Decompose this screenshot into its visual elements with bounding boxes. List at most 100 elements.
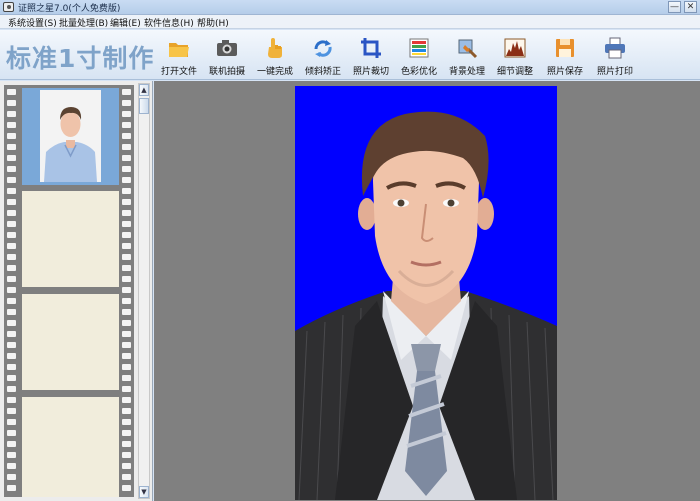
mode-title: 标准1寸制作 bbox=[6, 44, 155, 73]
film-perforation bbox=[122, 89, 131, 95]
film-perforation bbox=[7, 452, 16, 458]
film-scrollbar[interactable]: ▲ ▼ bbox=[138, 83, 150, 499]
tool-label: 色彩优化 bbox=[400, 67, 437, 77]
film-perforation bbox=[122, 155, 131, 161]
one-click-button[interactable]: 一键完成 bbox=[250, 34, 300, 78]
film-perforation bbox=[122, 331, 131, 337]
film-frame-selected[interactable] bbox=[22, 88, 119, 185]
film-perforation bbox=[122, 430, 131, 436]
menu-software-info[interactable]: 软件信息(H) bbox=[144, 16, 194, 29]
printer-icon bbox=[605, 37, 625, 59]
menu-help[interactable]: 帮助(H) bbox=[197, 16, 229, 29]
tool-label: 联机拍摄 bbox=[208, 67, 245, 77]
save-photo-button[interactable]: 照片保存 bbox=[540, 34, 590, 78]
menu-batch-processing[interactable]: 批量处理(B) bbox=[59, 16, 108, 29]
close-button[interactable]: ✕ bbox=[684, 1, 697, 13]
film-perforation bbox=[122, 133, 131, 139]
film-perforation bbox=[7, 298, 16, 304]
film-perforation bbox=[122, 419, 131, 425]
open-file-button[interactable]: 打开文件 bbox=[154, 34, 204, 78]
film-perforation bbox=[7, 111, 16, 117]
crop-button[interactable]: 照片裁切 bbox=[346, 34, 396, 78]
floppy-disk-icon bbox=[556, 39, 574, 57]
film-perforation bbox=[7, 155, 16, 161]
toolbar: 标准1寸制作 打开文件 联机拍摄 一键完成 倾斜矫正 照片裁切 色彩优化 背景处… bbox=[0, 30, 700, 80]
film-perforation bbox=[122, 100, 131, 106]
tool-label: 打开文件 bbox=[160, 67, 197, 77]
menu-bar: 系统设置(S) 批量处理(B) 编辑(E) 软件信息(H) 帮助(H) bbox=[0, 15, 700, 29]
film-perforation bbox=[122, 320, 131, 326]
film-perforation bbox=[7, 320, 16, 326]
film-perforation bbox=[7, 342, 16, 348]
film-perforation bbox=[7, 276, 16, 282]
film-perforation bbox=[7, 122, 16, 128]
film-perforation bbox=[122, 485, 131, 491]
film-perforation bbox=[7, 232, 16, 238]
film-perforation bbox=[7, 331, 16, 337]
film-strip bbox=[4, 85, 134, 497]
menu-edit[interactable]: 编辑(E) bbox=[110, 16, 141, 29]
film-perforation bbox=[7, 166, 16, 172]
tool-label: 照片保存 bbox=[546, 67, 583, 77]
film-perforation bbox=[7, 188, 16, 194]
film-perforation bbox=[7, 397, 16, 403]
film-perforation bbox=[122, 364, 131, 370]
title-bar: 证照之星7.0(个人免费版) — ✕ bbox=[0, 0, 700, 15]
background-process-button[interactable]: 背景处理 bbox=[442, 34, 492, 78]
portrait-thumbnail-image bbox=[40, 90, 101, 182]
editing-canvas bbox=[154, 81, 700, 501]
film-perforation bbox=[122, 353, 131, 359]
tool-label: 细节调整 bbox=[496, 67, 533, 77]
photo-thumbnail[interactable] bbox=[40, 90, 101, 182]
tool-label: 照片裁切 bbox=[352, 67, 389, 77]
histogram-icon bbox=[504, 38, 526, 58]
hand-pointer-icon bbox=[268, 38, 282, 58]
film-perforation bbox=[122, 232, 131, 238]
film-perforation bbox=[7, 89, 16, 95]
print-photo-button[interactable]: 照片打印 bbox=[590, 34, 640, 78]
film-perforation bbox=[7, 144, 16, 150]
film-perforation bbox=[122, 221, 131, 227]
film-perforation bbox=[122, 188, 131, 194]
color-optimize-button[interactable]: 色彩优化 bbox=[394, 34, 444, 78]
film-perforation bbox=[122, 463, 131, 469]
film-perforation bbox=[7, 265, 16, 271]
app-camera-icon bbox=[3, 2, 14, 12]
minimize-button[interactable]: — bbox=[668, 1, 681, 13]
film-perforation bbox=[122, 276, 131, 282]
film-perforation bbox=[122, 166, 131, 172]
menu-system-settings[interactable]: 系统设置(S) bbox=[8, 16, 57, 29]
id-photo[interactable] bbox=[295, 86, 557, 500]
tilt-correction-button[interactable]: 倾斜矫正 bbox=[298, 34, 348, 78]
film-perforation bbox=[122, 254, 131, 260]
film-perforation bbox=[122, 177, 131, 183]
film-frame-empty[interactable] bbox=[22, 294, 119, 390]
scroll-up-button[interactable]: ▲ bbox=[139, 84, 149, 96]
film-perforation bbox=[122, 309, 131, 315]
film-perforation bbox=[7, 463, 16, 469]
film-perforation bbox=[7, 287, 16, 293]
film-perforation bbox=[122, 122, 131, 128]
film-perforation bbox=[122, 111, 131, 117]
film-perforation bbox=[122, 265, 131, 271]
scroll-down-button[interactable]: ▼ bbox=[139, 486, 149, 498]
scroll-thumb[interactable] bbox=[139, 98, 149, 114]
film-perforation bbox=[7, 309, 16, 315]
film-perforation bbox=[122, 397, 131, 403]
folder-icon bbox=[169, 43, 189, 57]
film-frame-empty[interactable] bbox=[22, 397, 119, 497]
film-strip-panel: ▲ ▼ bbox=[0, 81, 153, 501]
film-frame-empty[interactable] bbox=[22, 191, 119, 287]
detail-adjust-button[interactable]: 细节调整 bbox=[490, 34, 540, 78]
film-perforation bbox=[122, 342, 131, 348]
film-perforation bbox=[122, 298, 131, 304]
tool-label: 背景处理 bbox=[448, 67, 485, 77]
film-perforation bbox=[7, 474, 16, 480]
camera-capture-button[interactable]: 联机拍摄 bbox=[202, 34, 252, 78]
film-perforation bbox=[7, 430, 16, 436]
window-title: 证照之星7.0(个人免费版) bbox=[18, 4, 121, 14]
film-perforation bbox=[7, 254, 16, 260]
film-perforation bbox=[7, 353, 16, 359]
film-perforation bbox=[7, 386, 16, 392]
film-perforation bbox=[7, 485, 16, 491]
